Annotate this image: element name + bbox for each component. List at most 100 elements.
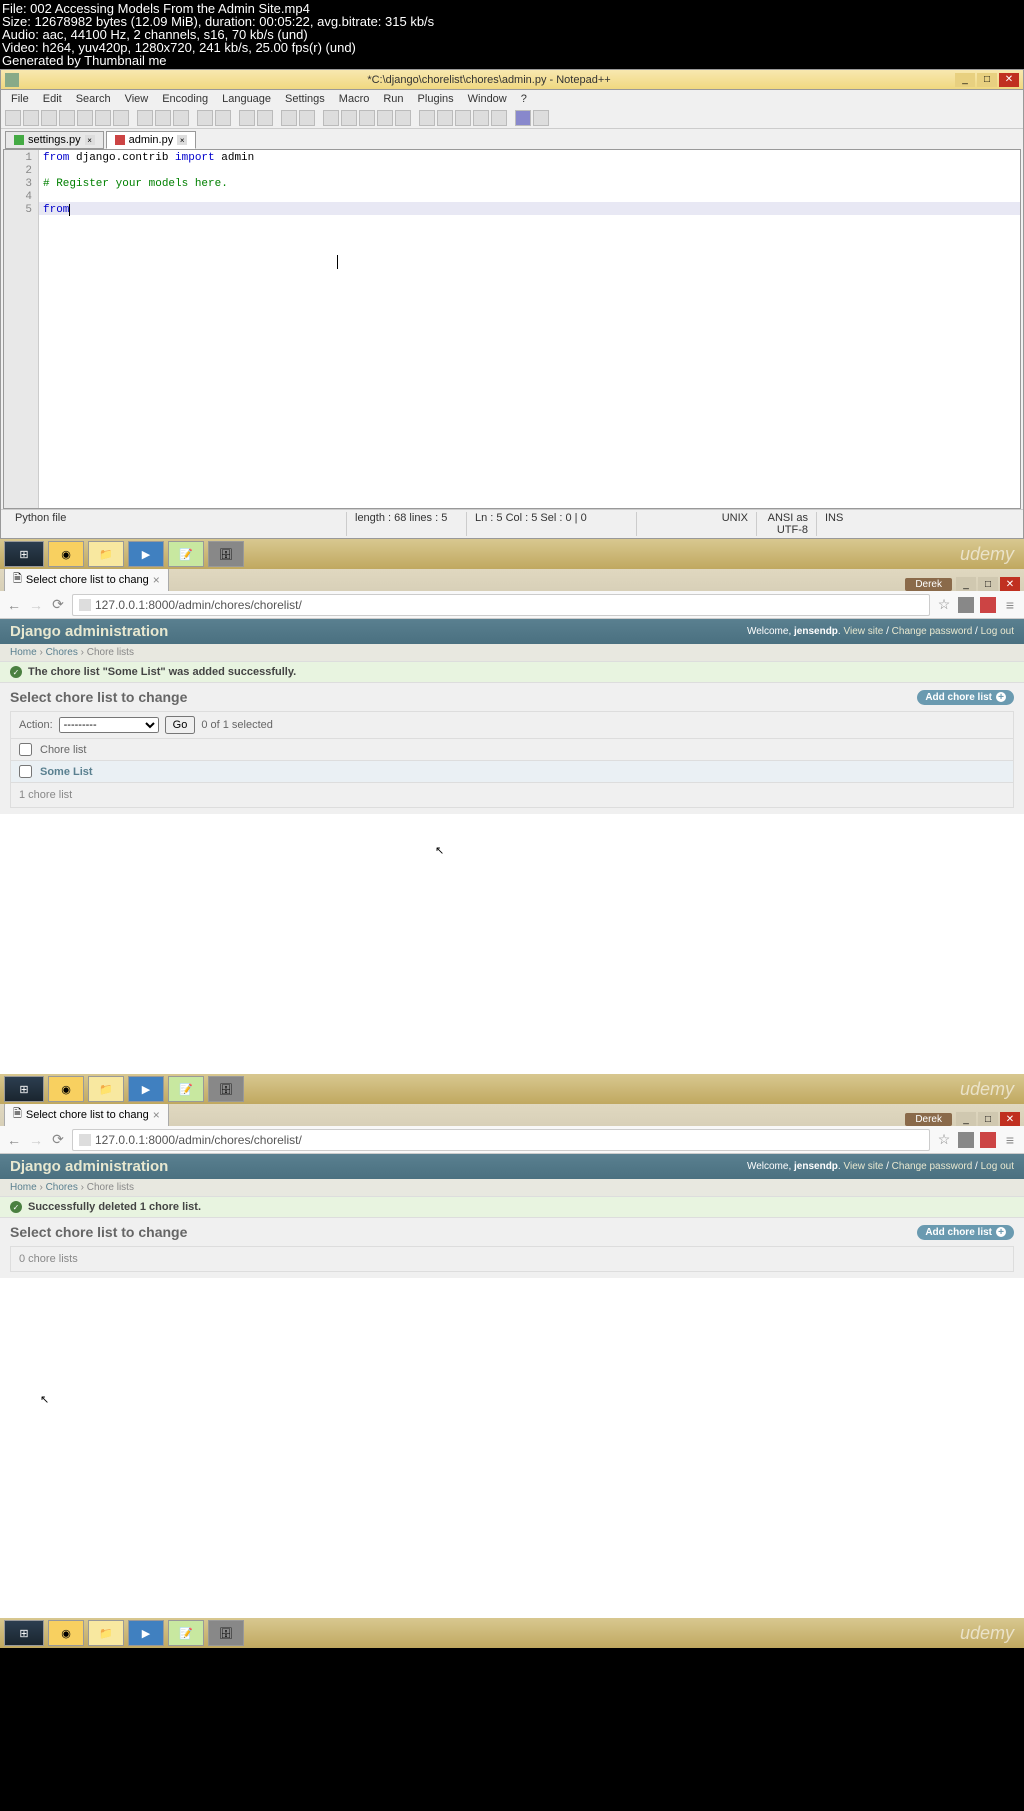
saveall-icon[interactable] <box>59 110 75 126</box>
tab-close-icon[interactable]: × <box>177 135 187 145</box>
minimize-button[interactable]: _ <box>956 1112 976 1126</box>
breadcrumb-home[interactable]: Home <box>10 1182 37 1193</box>
replace-icon[interactable] <box>257 110 273 126</box>
action-select[interactable]: --------- <box>59 717 159 733</box>
play-icon[interactable] <box>455 110 471 126</box>
windows-taskbar[interactable]: ⊞ ◉ 📁 ▶ 📝 🗄 udemy <box>0 539 1024 569</box>
taskbar-powershell-icon[interactable]: ▶ <box>128 1076 164 1102</box>
record-icon[interactable] <box>419 110 435 126</box>
menu-file[interactable]: File <box>5 92 35 106</box>
undo-icon[interactable] <box>197 110 213 126</box>
url-input[interactable]: 127.0.0.1:8000/admin/chores/chorelist/ <box>72 594 930 616</box>
taskbar-db-icon[interactable]: 🗄 <box>208 541 244 567</box>
menu-window[interactable]: Window <box>462 92 513 106</box>
code-area[interactable]: from django.contrib import admin # Regis… <box>39 150 1020 508</box>
menu-search[interactable]: Search <box>70 92 117 106</box>
stop-icon[interactable] <box>437 110 453 126</box>
menu-run[interactable]: Run <box>377 92 409 106</box>
browser-tab[interactable]: 🗎 Select chore list to chang × <box>4 1102 169 1126</box>
zoomout-icon[interactable] <box>299 110 315 126</box>
paste-icon[interactable] <box>173 110 189 126</box>
select-all-checkbox[interactable] <box>19 743 32 756</box>
allchars-icon[interactable] <box>359 110 375 126</box>
taskbar-chrome-icon[interactable]: ◉ <box>48 541 84 567</box>
tab-close-icon[interactable]: × <box>153 1108 160 1122</box>
maximize-button[interactable]: □ <box>978 577 998 591</box>
new-icon[interactable] <box>5 110 21 126</box>
taskbar-chrome-icon[interactable]: ◉ <box>48 1620 84 1646</box>
menu-plugins[interactable]: Plugins <box>412 92 460 106</box>
playmulti-icon[interactable] <box>473 110 489 126</box>
notepad-editor[interactable]: 12345 from django.contrib import admin #… <box>3 149 1021 509</box>
wrap-icon[interactable] <box>341 110 357 126</box>
tab-admin-py[interactable]: admin.py × <box>106 131 197 149</box>
breadcrumb-chores[interactable]: Chores <box>46 647 78 658</box>
menu-icon[interactable]: ≡ <box>1002 1132 1018 1148</box>
start-button[interactable]: ⊞ <box>4 1076 44 1102</box>
go-button[interactable]: Go <box>165 716 196 734</box>
url-input[interactable]: 127.0.0.1:8000/admin/chores/chorelist/ <box>72 1129 930 1151</box>
compare-icon[interactable] <box>533 110 549 126</box>
folder-icon[interactable] <box>395 110 411 126</box>
back-button[interactable]: ← <box>6 1132 22 1148</box>
change-password-link[interactable]: Change password <box>892 626 973 637</box>
menu-settings[interactable]: Settings <box>279 92 331 106</box>
taskbar-notepad-icon[interactable]: 📝 <box>168 1076 204 1102</box>
sync-icon[interactable] <box>323 110 339 126</box>
chrome-user-badge[interactable]: Derek <box>905 1113 952 1126</box>
notepad-titlebar[interactable]: *C:\django\chorelist\chores\admin.py - N… <box>1 70 1023 90</box>
ds-icon[interactable] <box>515 110 531 126</box>
bookmark-star-icon[interactable]: ☆ <box>936 1132 952 1148</box>
view-site-link[interactable]: View site <box>843 1161 883 1172</box>
menu-icon[interactable]: ≡ <box>1002 597 1018 613</box>
taskbar-db-icon[interactable]: 🗄 <box>208 1076 244 1102</box>
start-button[interactable]: ⊞ <box>4 1620 44 1646</box>
tab-close-icon[interactable]: × <box>153 573 160 587</box>
minimize-button[interactable]: _ <box>956 577 976 591</box>
closeall-icon[interactable] <box>95 110 111 126</box>
menu-language[interactable]: Language <box>216 92 277 106</box>
zoomin-icon[interactable] <box>281 110 297 126</box>
browser-tab[interactable]: 🗎 Select chore list to chang × <box>4 567 169 591</box>
taskbar-explorer-icon[interactable]: 📁 <box>88 541 124 567</box>
extension-icon[interactable] <box>958 597 974 613</box>
extension-icon[interactable] <box>980 1132 996 1148</box>
indent-icon[interactable] <box>377 110 393 126</box>
tab-close-icon[interactable]: × <box>85 135 95 145</box>
change-password-link[interactable]: Change password <box>892 1161 973 1172</box>
menu-macro[interactable]: Macro <box>333 92 376 106</box>
add-chorelist-button[interactable]: Add chore list + <box>917 690 1014 705</box>
breadcrumb-home[interactable]: Home <box>10 647 37 658</box>
windows-taskbar[interactable]: ⊞ ◉ 📁 ▶ 📝 🗄 udemy <box>0 1074 1024 1104</box>
taskbar-chrome-icon[interactable]: ◉ <box>48 1076 84 1102</box>
taskbar-db-icon[interactable]: 🗄 <box>208 1620 244 1646</box>
chorelist-link[interactable]: Some List <box>40 766 93 778</box>
savemacro-icon[interactable] <box>491 110 507 126</box>
start-button[interactable]: ⊞ <box>4 541 44 567</box>
menu-edit[interactable]: Edit <box>37 92 68 106</box>
menu-help[interactable]: ? <box>515 92 533 106</box>
taskbar-notepad-icon[interactable]: 📝 <box>168 541 204 567</box>
extension-icon[interactable] <box>980 597 996 613</box>
taskbar-powershell-icon[interactable]: ▶ <box>128 1620 164 1646</box>
find-icon[interactable] <box>239 110 255 126</box>
logout-link[interactable]: Log out <box>981 1161 1014 1172</box>
row-checkbox[interactable] <box>19 765 32 778</box>
tab-settings-py[interactable]: settings.py × <box>5 131 104 149</box>
chrome-user-badge[interactable]: Derek <box>905 578 952 591</box>
minimize-button[interactable]: _ <box>955 73 975 87</box>
back-button[interactable]: ← <box>6 597 22 613</box>
add-chorelist-button[interactable]: Add chore list + <box>917 1225 1014 1240</box>
close-button[interactable]: ✕ <box>1000 1112 1020 1126</box>
taskbar-powershell-icon[interactable]: ▶ <box>128 541 164 567</box>
forward-button[interactable]: → <box>28 597 44 613</box>
maximize-button[interactable]: □ <box>977 73 997 87</box>
view-site-link[interactable]: View site <box>843 626 883 637</box>
bookmark-star-icon[interactable]: ☆ <box>936 597 952 613</box>
logout-link[interactable]: Log out <box>981 626 1014 637</box>
taskbar-explorer-icon[interactable]: 📁 <box>88 1076 124 1102</box>
reload-button[interactable]: ⟳ <box>50 597 66 613</box>
windows-taskbar[interactable]: ⊞ ◉ 📁 ▶ 📝 🗄 udemy <box>0 1618 1024 1648</box>
menu-encoding[interactable]: Encoding <box>156 92 214 106</box>
print-icon[interactable] <box>113 110 129 126</box>
